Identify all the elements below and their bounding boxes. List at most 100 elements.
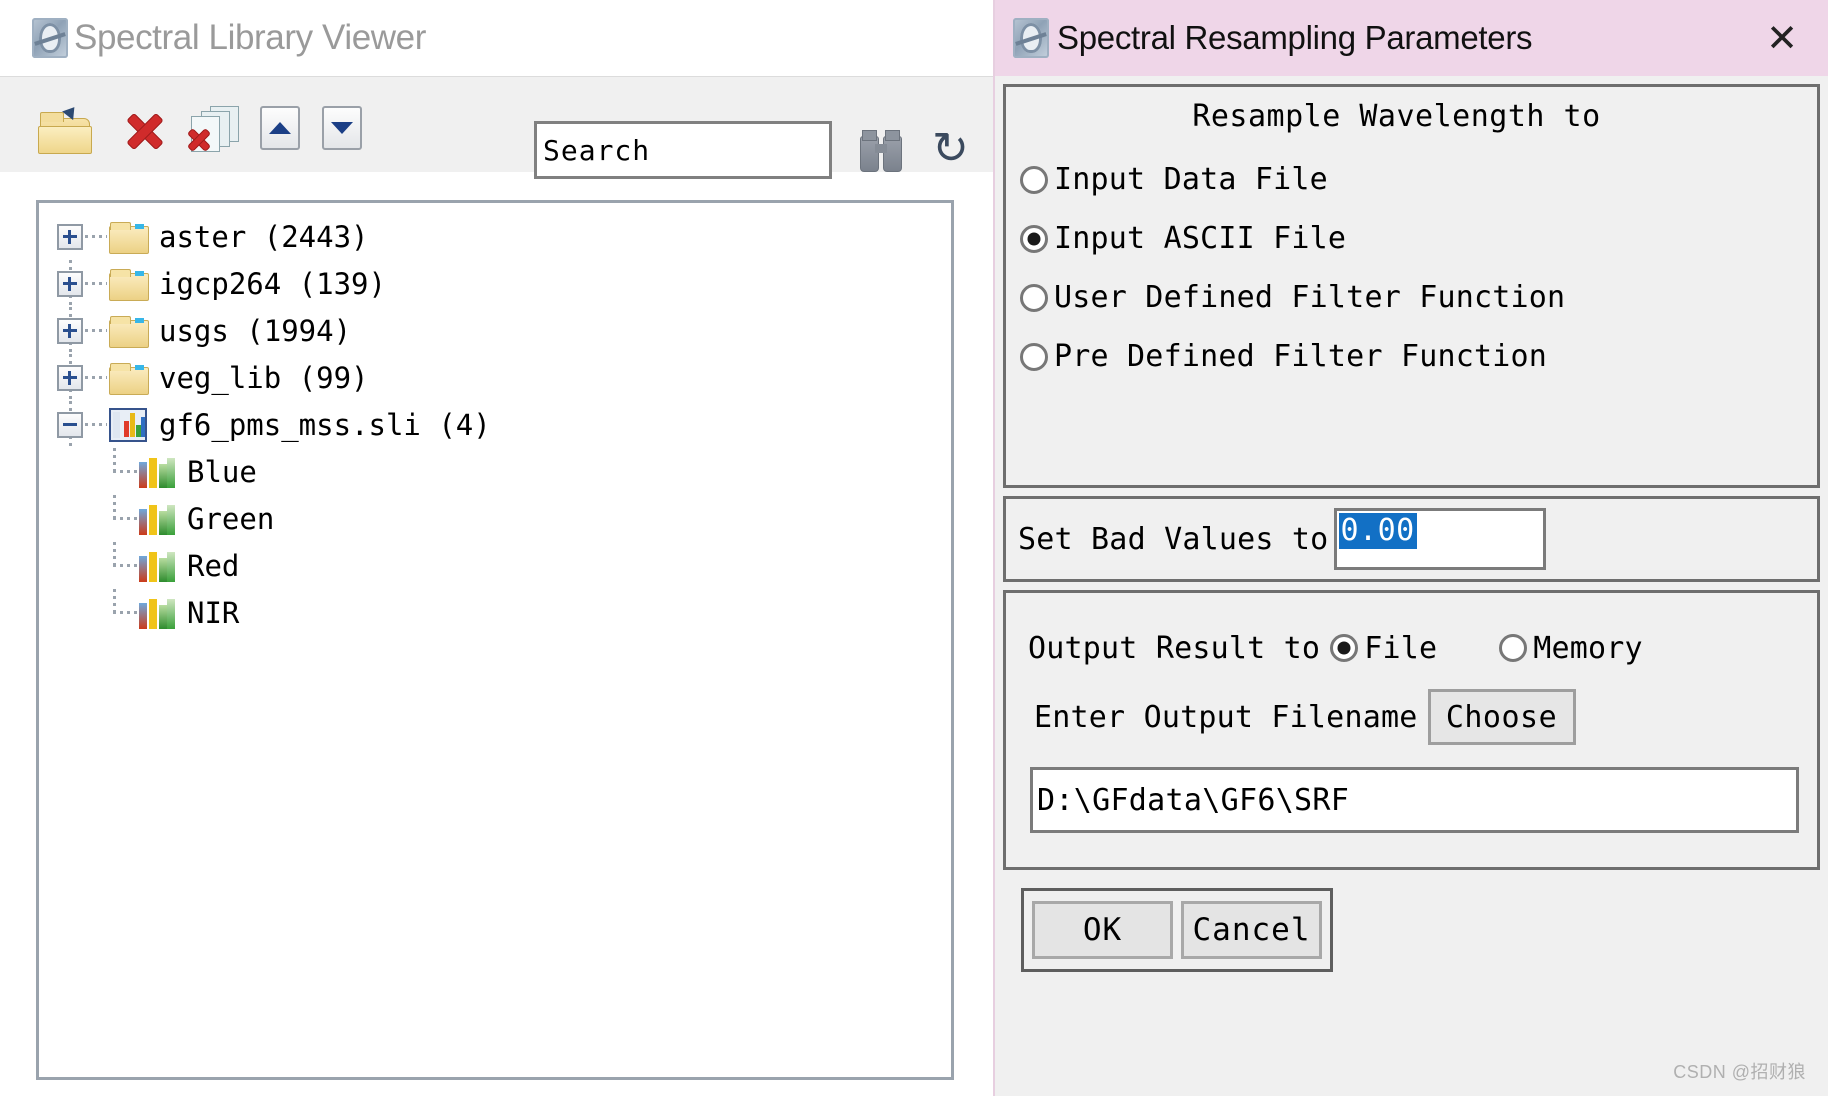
- radio-icon[interactable]: [1020, 283, 1048, 312]
- tree-connector: [113, 448, 116, 472]
- tree-connector: [85, 329, 107, 332]
- tree-item-green[interactable]: Green: [57, 495, 951, 542]
- tree-item-veg-lib[interactable]: veg_lib (99): [57, 354, 951, 401]
- output-memory-label: Memory: [1533, 630, 1643, 666]
- dialog-titlebar: Spectral Resampling Parameters ✕: [995, 0, 1828, 76]
- tree-item-igcp264[interactable]: igcp264 (139): [57, 260, 951, 307]
- tree-item-label: usgs (1994): [159, 313, 352, 348]
- bad-values-group: Set Bad Values to 0.00: [1003, 496, 1820, 582]
- spectral-library-icon: [109, 407, 147, 442]
- tree-connector: [85, 235, 107, 238]
- filename-row: Enter Output Filename Choose: [1020, 689, 1803, 745]
- resample-wavelength-group: Resample Wavelength to Input Data File In…: [1003, 84, 1820, 488]
- tree-connector: [85, 376, 107, 379]
- output-file-label: File: [1364, 630, 1438, 666]
- tree-connector: [85, 282, 107, 285]
- spectrum-icon: [139, 456, 175, 488]
- spectral-resampling-parameters-dialog: Spectral Resampling Parameters ✕ Resampl…: [993, 0, 1828, 1096]
- spectral-library-viewer-window: Spectral Library Viewer ↻ aster (2443) ig…: [0, 0, 993, 1096]
- tree-connector: [113, 611, 139, 614]
- collapse-minus-icon[interactable]: [57, 411, 83, 438]
- tree-item-gf6-pms-mss-sli[interactable]: gf6_pms_mss.sli (4): [57, 401, 951, 448]
- move-up-icon[interactable]: [260, 106, 300, 150]
- close-icon[interactable]: ✕: [1760, 16, 1804, 60]
- tree-connector: [113, 470, 139, 473]
- delete-icon[interactable]: [122, 106, 168, 154]
- cancel-button[interactable]: Cancel: [1181, 901, 1322, 959]
- dialog-body: Resample Wavelength to Input Data File In…: [995, 76, 1828, 972]
- resample-option-label: User Defined Filter Function: [1054, 280, 1566, 315]
- spectrum-icon: [139, 550, 175, 582]
- bad-values-label: Set Bad Values to: [1018, 521, 1329, 557]
- output-file-radio[interactable]: [1330, 634, 1359, 662]
- search-input[interactable]: [534, 121, 832, 179]
- output-result-row: Output Result to File Memory: [1020, 593, 1803, 703]
- output-result-label: Output Result to: [1028, 630, 1321, 666]
- folder-icon: [109, 221, 149, 254]
- dialog-title: Spectral Resampling Parameters: [1057, 19, 1533, 56]
- tree-item-nir[interactable]: NIR: [57, 589, 951, 636]
- spectral-library-tree[interactable]: aster (2443) igcp264 (139) usgs (1994) veg_…: [36, 200, 954, 1080]
- folder-icon: [109, 362, 149, 395]
- tree-connector: [85, 423, 107, 426]
- resample-group-header: Resample Wavelength to: [1192, 99, 1601, 134]
- tree-connector: [113, 564, 139, 567]
- tree-item-aster[interactable]: aster (2443): [57, 213, 951, 260]
- spectrum-icon: [139, 503, 175, 535]
- expand-plus-icon[interactable]: [57, 364, 83, 391]
- tree-item-label: igcp264 (139): [159, 266, 386, 301]
- choose-button[interactable]: Choose: [1427, 689, 1576, 745]
- resample-option-input-data-file[interactable]: Input Data File: [1006, 150, 1817, 209]
- radio-icon[interactable]: [1020, 342, 1048, 371]
- resample-options-list: Input Data File Input ASCII File User Defi…: [1006, 150, 1817, 386]
- tree-item-label: veg_lib (99): [159, 360, 369, 395]
- tree-item-label: gf6_pms_mss.sli (4): [159, 407, 491, 442]
- tree-item-blue[interactable]: Blue: [57, 448, 951, 495]
- ok-button[interactable]: OK: [1032, 901, 1173, 959]
- tree-list: aster (2443) igcp264 (139) usgs (1994) veg_…: [39, 203, 951, 636]
- app-root: Spectral Library Viewer ↻ aster (2443) ig…: [0, 0, 1828, 1096]
- delete-all-icon[interactable]: [186, 106, 244, 156]
- resample-option-user-defined-filter-function[interactable]: User Defined Filter Function: [1006, 268, 1817, 327]
- tree-item-red[interactable]: Red: [57, 542, 951, 589]
- resample-option-pre-defined-filter-function[interactable]: Pre Defined Filter Function: [1006, 327, 1817, 386]
- open-folder-icon[interactable]: [38, 102, 94, 154]
- output-group: Output Result to File Memory Enter Outpu…: [1003, 590, 1820, 870]
- resample-option-label: Pre Defined Filter Function: [1054, 339, 1548, 374]
- viewer-titlebar: Spectral Library Viewer: [0, 0, 993, 76]
- radio-icon[interactable]: [1020, 224, 1048, 253]
- tree-item-usgs[interactable]: usgs (1994): [57, 307, 951, 354]
- output-filename-input[interactable]: [1030, 767, 1799, 833]
- expand-plus-icon[interactable]: [57, 223, 83, 250]
- resample-option-label: Input Data File: [1054, 162, 1328, 197]
- folder-icon: [109, 268, 149, 301]
- bad-values-value: 0.00: [1339, 513, 1417, 549]
- tree-connector: [113, 542, 116, 566]
- bad-values-input[interactable]: 0.00: [1334, 508, 1547, 570]
- watermark: CSDN @招财狼: [1673, 1062, 1806, 1082]
- refresh-icon[interactable]: ↻: [932, 126, 980, 174]
- move-down-icon[interactable]: [322, 106, 362, 150]
- output-memory-radio[interactable]: [1499, 634, 1528, 662]
- dialog-button-bar: OK Cancel: [1021, 888, 1333, 972]
- viewer-title: Spectral Library Viewer: [74, 18, 426, 57]
- tree-connector: [113, 517, 139, 520]
- spectrum-icon: [139, 597, 175, 629]
- tree-item-label: NIR: [187, 595, 240, 630]
- tree-item-label: aster (2443): [159, 219, 369, 254]
- resample-option-input-ascii-file[interactable]: Input ASCII File: [1006, 209, 1817, 268]
- filename-label: Enter Output Filename: [1034, 699, 1418, 735]
- radio-icon[interactable]: [1020, 165, 1048, 194]
- folder-icon: [109, 315, 149, 348]
- spectral-globe-icon: [1013, 18, 1049, 58]
- tree-item-label: Red: [187, 548, 240, 583]
- tree-item-label: Blue: [187, 454, 257, 489]
- spectral-globe-icon: [32, 18, 68, 58]
- expand-plus-icon[interactable]: [57, 317, 83, 344]
- tree-connector: [113, 589, 116, 613]
- expand-plus-icon[interactable]: [57, 270, 83, 297]
- binoculars-icon[interactable]: [858, 128, 904, 172]
- tree-item-label: Green: [187, 501, 275, 536]
- tree-connector: [113, 495, 116, 519]
- resample-option-label: Input ASCII File: [1054, 221, 1347, 256]
